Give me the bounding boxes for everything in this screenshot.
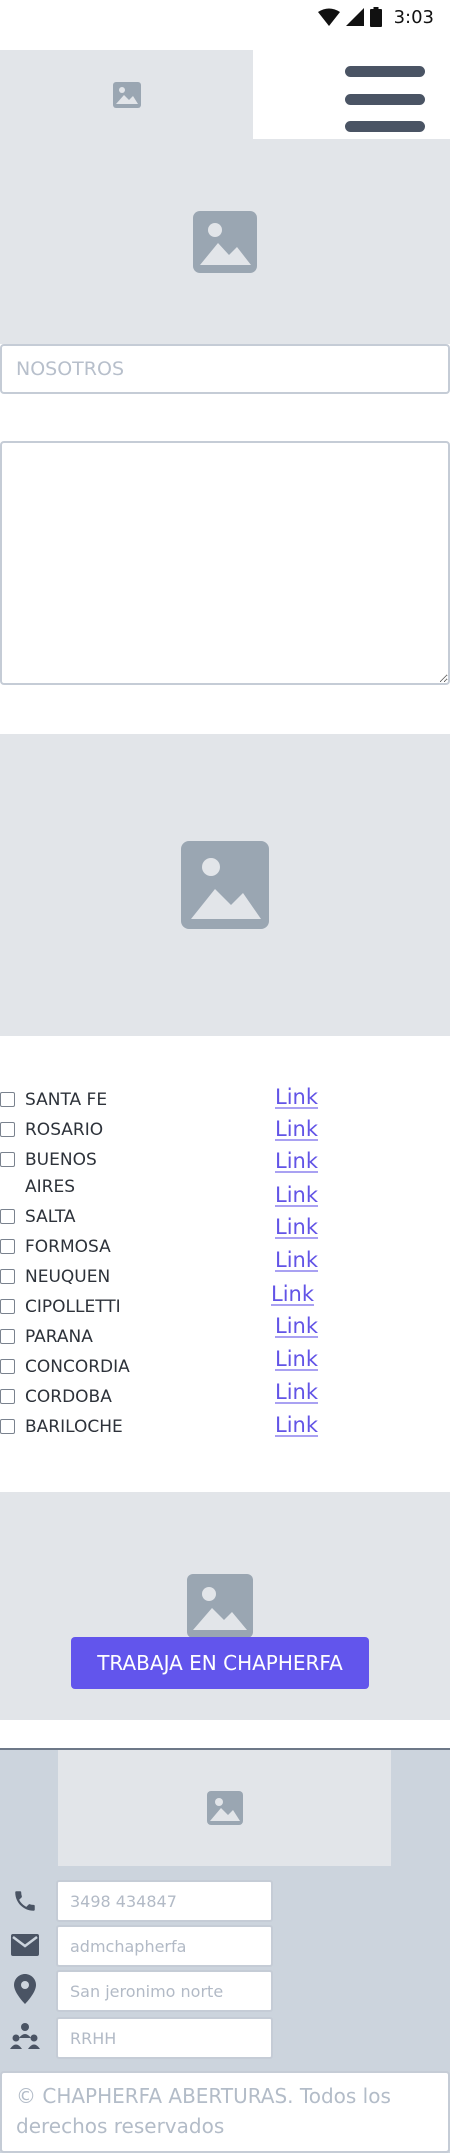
checkbox[interactable] xyxy=(0,1389,15,1404)
city-link[interactable]: Link xyxy=(275,1117,318,1141)
phone-field[interactable] xyxy=(56,1880,273,1922)
image-icon xyxy=(187,1574,253,1638)
status-bar: 3:03 xyxy=(0,0,450,34)
checkbox[interactable] xyxy=(0,1359,15,1374)
list-item[interactable]: SALTA xyxy=(0,1204,260,1231)
about-text-area[interactable] xyxy=(0,441,450,685)
city-label: SANTA FE xyxy=(25,1090,108,1110)
city-label: BARILOCHE xyxy=(25,1417,123,1437)
checkbox[interactable] xyxy=(0,1419,15,1434)
image-icon xyxy=(181,841,269,929)
checkbox[interactable] xyxy=(0,1239,15,1254)
city-list: SANTA FE ROSARIO BUENOS AIRES SALTA FORM… xyxy=(0,1087,260,1444)
copyright-text: © CHAPHERFA ABERTURAS. Todos los derecho… xyxy=(0,2071,450,2153)
list-item[interactable]: CIPOLLETTI xyxy=(0,1294,260,1321)
city-label: FORMOSA xyxy=(25,1237,111,1257)
city-link[interactable]: Link xyxy=(275,1347,318,1371)
city-link[interactable]: Link xyxy=(275,1248,318,1272)
city-link[interactable]: Link xyxy=(275,1085,318,1109)
list-item[interactable]: NEUQUEN xyxy=(0,1264,260,1291)
signal-icon xyxy=(345,8,364,26)
phone-icon xyxy=(10,1886,40,1916)
hamburger-menu-button[interactable] xyxy=(345,66,425,132)
checkbox[interactable] xyxy=(0,1329,15,1344)
email-field[interactable] xyxy=(56,1925,273,1967)
hr-field[interactable] xyxy=(56,2017,273,2059)
location-pin-icon xyxy=(10,1974,40,2004)
menu-bar xyxy=(345,93,425,105)
banner-image-placeholder xyxy=(0,734,450,1036)
list-item[interactable]: SANTA FE xyxy=(0,1087,260,1114)
jobs-button[interactable]: TRABAJA EN CHAPHERFA xyxy=(71,1637,369,1689)
list-item[interactable]: CORDOBA xyxy=(0,1384,260,1411)
checkbox[interactable] xyxy=(0,1299,15,1314)
city-link[interactable]: Link xyxy=(275,1215,318,1239)
city-link[interactable]: Link xyxy=(271,1282,314,1306)
city-label: CIPOLLETTI xyxy=(25,1297,121,1317)
menu-bar xyxy=(345,121,425,132)
city-label: BUENOS AIRES xyxy=(25,1150,97,1197)
wifi-icon xyxy=(317,8,340,26)
list-item[interactable]: BARILOCHE xyxy=(0,1414,260,1441)
battery-icon xyxy=(369,7,382,27)
mail-icon xyxy=(10,1930,40,1960)
image-icon xyxy=(206,1791,243,1825)
people-icon xyxy=(10,2021,40,2051)
city-link[interactable]: Link xyxy=(275,1183,318,1207)
jobs-image-placeholder xyxy=(187,1574,253,1642)
hero-image-placeholder xyxy=(0,139,450,344)
city-label: PARANA xyxy=(25,1327,93,1347)
checkbox[interactable] xyxy=(0,1209,15,1224)
checkbox[interactable] xyxy=(0,1122,15,1137)
city-link[interactable]: Link xyxy=(275,1314,318,1338)
image-icon xyxy=(112,81,141,108)
city-label: NEUQUEN xyxy=(25,1267,111,1287)
list-item[interactable]: CONCORDIA xyxy=(0,1354,260,1381)
about-title-field[interactable] xyxy=(0,344,450,394)
list-item[interactable]: BUENOS AIRES xyxy=(0,1147,260,1201)
address-field[interactable] xyxy=(56,1970,273,2012)
city-label: CORDOBA xyxy=(25,1387,112,1407)
city-label: SALTA xyxy=(25,1207,76,1227)
checkbox[interactable] xyxy=(0,1269,15,1284)
list-item[interactable]: PARANA xyxy=(0,1324,260,1351)
footer-logo-placeholder xyxy=(58,1750,391,1866)
city-link[interactable]: Link xyxy=(275,1149,318,1173)
city-link[interactable]: Link xyxy=(275,1380,318,1404)
checkbox[interactable] xyxy=(0,1092,15,1107)
status-time: 3:03 xyxy=(393,6,434,28)
checkbox[interactable] xyxy=(0,1152,15,1167)
status-icons: 3:03 xyxy=(317,6,434,28)
city-link[interactable]: Link xyxy=(275,1413,318,1437)
list-item[interactable]: ROSARIO xyxy=(0,1117,260,1144)
image-icon xyxy=(193,210,257,273)
list-item[interactable]: FORMOSA xyxy=(0,1234,260,1261)
logo-placeholder[interactable] xyxy=(0,50,253,139)
city-label: CONCORDIA xyxy=(25,1357,130,1377)
city-label: ROSARIO xyxy=(25,1120,104,1140)
menu-bar xyxy=(345,66,425,77)
